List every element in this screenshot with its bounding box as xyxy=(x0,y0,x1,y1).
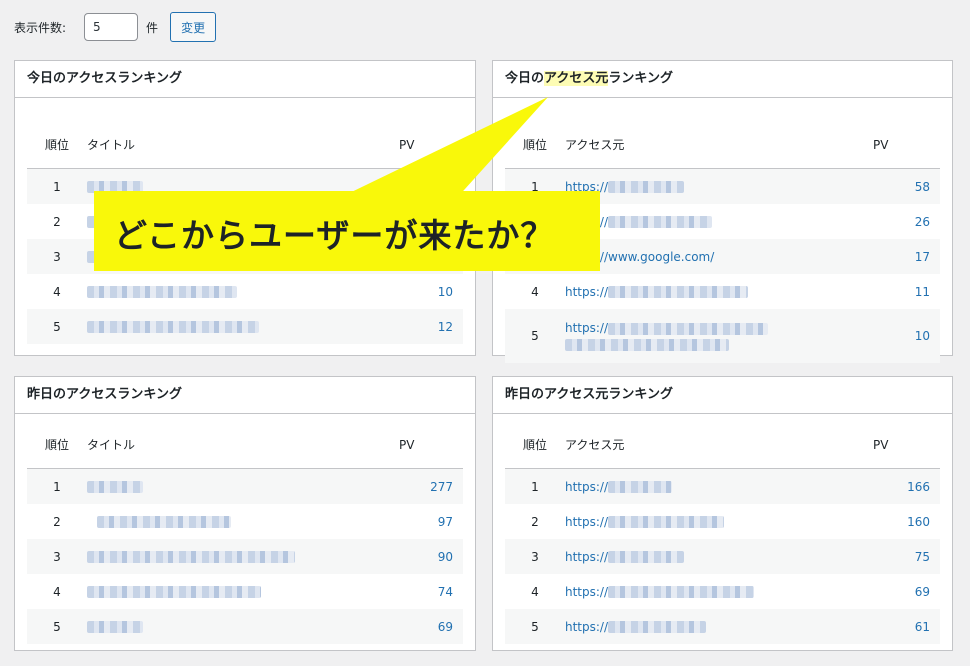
callout-text: どこからユーザーが来たか？ xyxy=(114,216,555,255)
annotation-callout: どこからユーザーが来たか？ xyxy=(94,191,600,271)
callout-pointer xyxy=(335,97,548,200)
